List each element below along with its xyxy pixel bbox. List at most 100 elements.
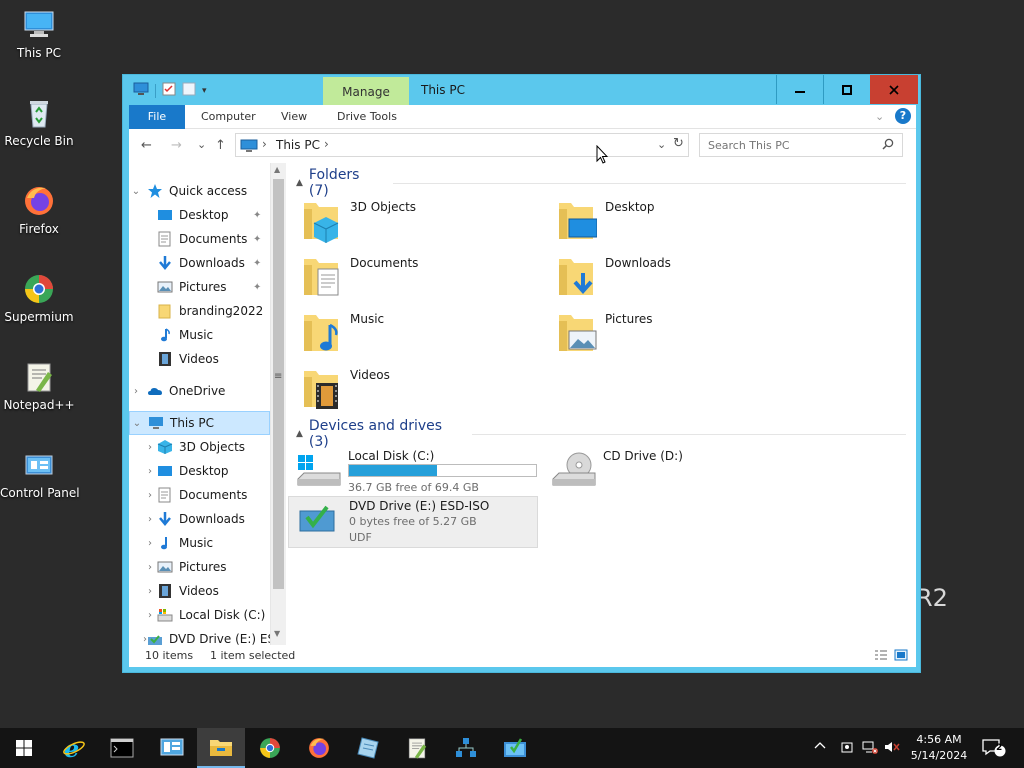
sidebar-item-videos[interactable]: Videos xyxy=(157,348,270,370)
breadcrumb-separator-icon[interactable]: › xyxy=(262,137,267,151)
sidebar-item-pictures[interactable]: Pictures ✦ xyxy=(157,276,270,298)
taskbar-command-prompt[interactable] xyxy=(98,728,146,768)
back-button[interactable]: ← xyxy=(141,138,152,153)
drive-dvd-e[interactable]: DVD Drive (E:) ESD-ISO 0 bytes free of 5… xyxy=(288,496,538,548)
sidebar-item-pictures-pc[interactable]: › Pictures xyxy=(143,556,270,578)
desktop-icon-notepad-plus[interactable]: Notepad++ xyxy=(0,360,78,412)
pin-icon[interactable]: ✦ xyxy=(253,282,261,293)
taskbar-internet-explorer[interactable]: e xyxy=(50,728,98,768)
drive-local-disk-c[interactable]: Local Disk (C:) 36.7 GB free of 69.4 GB xyxy=(292,447,542,497)
action-center-button[interactable]: 2 xyxy=(982,738,1006,768)
taskbar-network-tool[interactable] xyxy=(442,728,490,768)
chevron-right-icon[interactable]: › xyxy=(143,490,157,501)
details-view-icon[interactable] xyxy=(874,649,888,664)
refresh-icon[interactable]: ↻ xyxy=(673,136,684,151)
taskbar-supermium[interactable] xyxy=(246,728,294,768)
chevron-right-icon[interactable]: › xyxy=(143,562,157,573)
taskbar-control-panel[interactable] xyxy=(491,728,539,768)
start-button[interactable] xyxy=(0,728,48,768)
search-box[interactable] xyxy=(699,133,903,157)
folder-videos[interactable]: Videos xyxy=(292,365,532,415)
search-input[interactable] xyxy=(708,135,878,155)
sidebar-item-desktop[interactable]: Desktop ✦ xyxy=(157,204,270,226)
title-bar[interactable]: ▾ Manage This PC xyxy=(123,75,920,105)
desktop-icon-supermium[interactable]: Supermium xyxy=(0,272,78,324)
sidebar-item-quick-access[interactable]: ⌄ Quick access xyxy=(129,180,270,202)
chevron-up-icon[interactable]: ▲ xyxy=(296,429,303,439)
taskbar-file-explorer[interactable] xyxy=(197,728,245,768)
qat-customize-icon[interactable]: ▾ xyxy=(202,86,207,96)
sidebar-item-videos-pc[interactable]: › Videos xyxy=(143,580,270,602)
folder-pictures[interactable]: Pictures xyxy=(547,309,787,359)
taskbar-firefox[interactable] xyxy=(295,728,343,768)
sidebar-item-3d-objects[interactable]: › 3D Objects xyxy=(143,436,270,458)
sidebar-item-this-pc[interactable]: ⌄ This PC xyxy=(129,411,270,435)
up-button[interactable]: ↑ xyxy=(215,138,226,153)
network-status-icon[interactable] xyxy=(862,740,878,768)
taskbar-notepad-plus-plus[interactable] xyxy=(393,728,441,768)
tab-file[interactable]: File xyxy=(129,105,185,129)
close-button[interactable] xyxy=(870,75,918,104)
chevron-right-icon[interactable]: › xyxy=(143,466,157,477)
sidebar-item-music-pc[interactable]: › Music xyxy=(143,532,270,554)
pin-icon[interactable]: ✦ xyxy=(253,234,261,245)
chevron-up-icon[interactable]: ▲ xyxy=(296,178,303,188)
pin-icon[interactable]: ✦ xyxy=(253,258,261,269)
forward-button[interactable]: → xyxy=(171,138,182,153)
recent-locations-button[interactable]: ⌄ xyxy=(197,138,206,151)
sidebar-item-downloads[interactable]: Downloads ✦ xyxy=(157,252,270,274)
taskbar-server-manager[interactable] xyxy=(148,728,196,768)
sidebar-item-documents[interactable]: Documents ✦ xyxy=(157,228,270,250)
large-icons-view-icon[interactable] xyxy=(894,649,908,664)
folder-downloads[interactable]: Downloads xyxy=(547,253,787,303)
chevron-right-icon[interactable]: › xyxy=(143,514,157,525)
folder-3d-objects[interactable]: 3D Objects xyxy=(292,197,532,247)
show-hidden-icons-icon[interactable] xyxy=(814,740,826,768)
breadcrumb-separator-icon[interactable]: › xyxy=(324,137,329,151)
scroll-down-icon[interactable]: ▼ xyxy=(274,629,280,638)
folder-music[interactable]: Music xyxy=(292,309,532,359)
volume-muted-icon[interactable] xyxy=(884,740,900,768)
sidebar-item-desktop-pc[interactable]: › Desktop xyxy=(143,460,270,482)
properties-icon[interactable] xyxy=(162,82,176,99)
tab-computer[interactable]: Computer xyxy=(201,105,256,129)
chevron-right-icon[interactable]: › xyxy=(143,538,157,549)
sidebar-item-onedrive[interactable]: › OneDrive xyxy=(129,380,270,402)
desktop-icon-control-panel[interactable]: Control Panel xyxy=(0,448,80,500)
breadcrumb-this-pc[interactable]: This PC xyxy=(276,138,320,152)
address-dropdown-icon[interactable]: ⌄ xyxy=(657,138,666,151)
folder-desktop[interactable]: Desktop xyxy=(547,197,787,247)
pin-icon[interactable]: ✦ xyxy=(253,210,261,221)
maximize-button[interactable] xyxy=(823,75,870,104)
sidebar-item-downloads-pc[interactable]: › Downloads xyxy=(143,508,270,530)
clock[interactable]: 4:56 AM 5/14/2024 xyxy=(900,732,978,764)
chevron-right-icon[interactable]: › xyxy=(143,586,157,597)
chevron-right-icon[interactable]: › xyxy=(143,442,157,453)
drive-cd-d[interactable]: CD Drive (D:) xyxy=(547,447,797,497)
desktop-icon-firefox[interactable]: Firefox xyxy=(0,184,78,236)
window-computer-icon[interactable] xyxy=(133,82,149,99)
navigation-scrollbar[interactable]: ▲ ≡ ▼ xyxy=(270,163,286,652)
help-button[interactable]: ? xyxy=(895,108,911,124)
sidebar-item-local-disk-c[interactable]: › Local Disk (C:) xyxy=(143,604,270,626)
expand-ribbon-icon[interactable]: ⌄ xyxy=(875,110,884,123)
folder-documents[interactable]: Documents xyxy=(292,253,532,303)
address-bar[interactable]: › This PC › ⌄ ↻ xyxy=(235,133,689,157)
minimize-button[interactable] xyxy=(776,75,823,104)
chevron-down-icon[interactable]: ⌄ xyxy=(129,186,143,197)
group-header-folders[interactable]: ▲ Folders (7) xyxy=(292,167,906,199)
tab-manage[interactable]: Manage xyxy=(323,77,409,105)
chevron-right-icon[interactable]: › xyxy=(143,610,157,621)
sidebar-item-music[interactable]: Music xyxy=(157,324,270,346)
tab-view[interactable]: View xyxy=(281,105,307,129)
scroll-up-icon[interactable]: ▲ xyxy=(274,165,280,174)
desktop-icon-this-pc[interactable]: This PC xyxy=(0,8,78,60)
sidebar-item-branding2022[interactable]: branding2022 xyxy=(157,300,270,322)
new-folder-icon[interactable] xyxy=(182,82,196,99)
taskbar-app-pen[interactable] xyxy=(344,728,392,768)
group-header-devices[interactable]: ▲ Devices and drives (3) xyxy=(292,418,906,450)
sidebar-item-documents-pc[interactable]: › Documents xyxy=(143,484,270,506)
desktop-icon-recycle-bin[interactable]: Recycle Bin xyxy=(0,96,78,148)
chevron-right-icon[interactable]: › xyxy=(129,386,143,397)
chevron-down-icon[interactable]: ⌄ xyxy=(130,418,144,429)
